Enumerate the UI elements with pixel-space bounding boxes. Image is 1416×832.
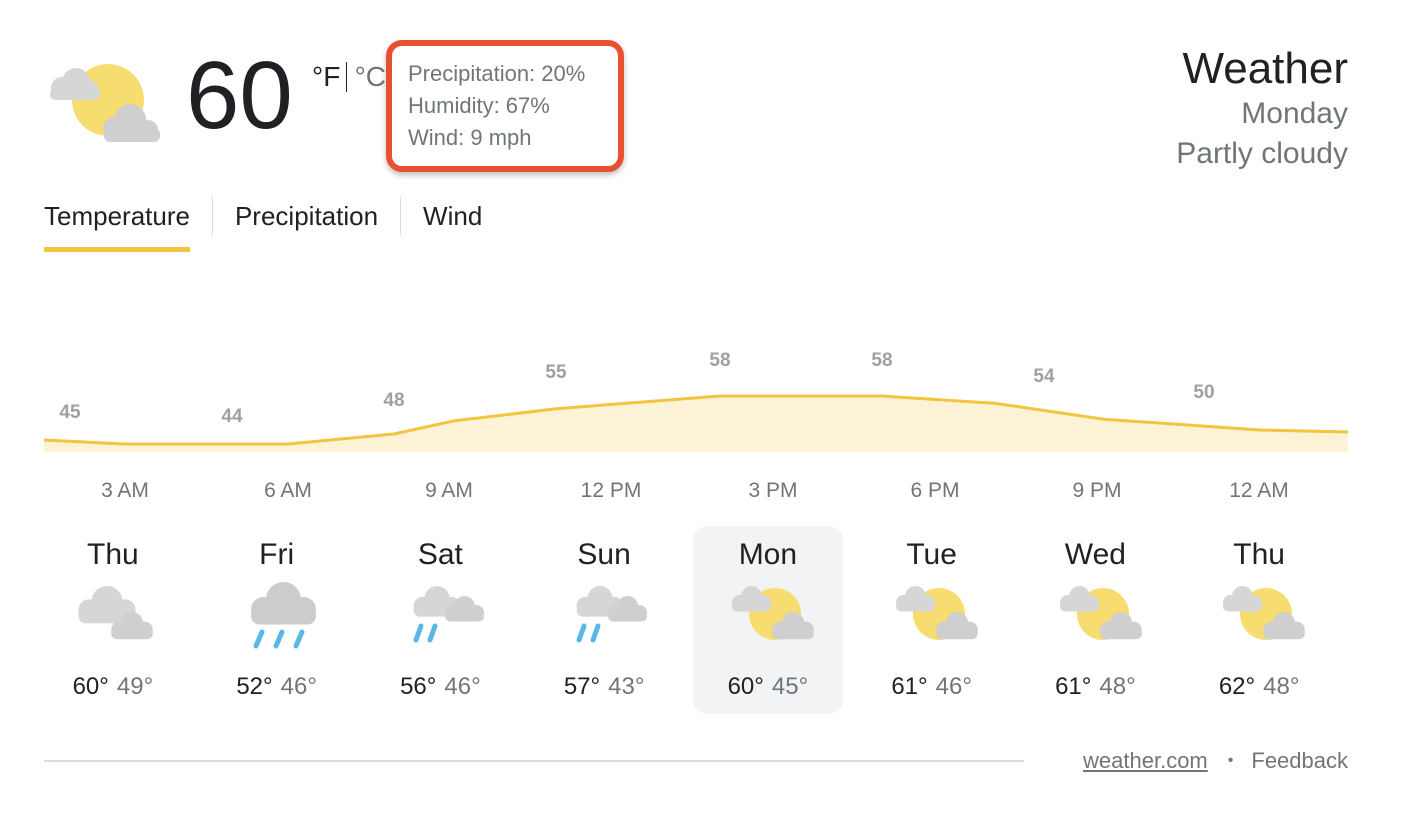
weather-condition: Partly cloudy xyxy=(1176,137,1348,170)
low-temp: 48° xyxy=(1099,673,1136,700)
cloudy-icon xyxy=(70,582,160,654)
day-name: Mon xyxy=(738,538,798,571)
temperature-chart: 45 44 48 55 58 58 54 50 xyxy=(43,340,1349,460)
humidity-detail: Humidity: 67% xyxy=(408,93,550,118)
tab-divider xyxy=(400,197,402,235)
high-temp: 57° xyxy=(563,673,601,700)
day-card-sat[interactable]: Sat 56° 46° xyxy=(366,526,516,714)
hour-label: 12 PM xyxy=(580,479,642,502)
day-name: Fri xyxy=(259,538,295,571)
day-temperatures: 60° 49° xyxy=(38,672,188,702)
chart-data-label: 50 xyxy=(1193,382,1214,403)
day-card-thu[interactable]: Thu 62° 48° xyxy=(1184,526,1334,714)
footer: weather.com • Feedback xyxy=(1083,746,1348,776)
wind-detail: Wind: 9 mph xyxy=(408,125,532,150)
chart-data-label: 48 xyxy=(383,390,404,411)
low-temp: 48° xyxy=(1263,673,1300,700)
day-name: Wed xyxy=(1064,538,1126,571)
day-name: Thu xyxy=(87,538,139,571)
current-details: Precipitation: 20% Humidity: 67% Wind: 9… xyxy=(408,58,585,154)
high-temp: 61° xyxy=(1055,673,1092,700)
precipitation-detail: Precipitation: 20% xyxy=(408,61,586,86)
high-temp: 60° xyxy=(72,673,109,700)
day-temperatures: 56° 46° xyxy=(366,672,516,702)
day-name: Sat xyxy=(417,538,463,571)
low-temp: 43° xyxy=(608,673,645,700)
hour-label: 6 PM xyxy=(910,479,960,502)
tab-divider xyxy=(211,197,213,235)
footer-separator: • xyxy=(1227,752,1234,769)
high-temp: 56° xyxy=(400,673,437,700)
daily-forecast: Thu 60° 49° Fri 52° 46° Sat 56° 46° Sun xyxy=(38,526,1348,716)
day-temperatures: 62° 48° xyxy=(1184,672,1334,702)
tab-wind[interactable]: Wind xyxy=(423,196,482,236)
day-name: Tue xyxy=(906,538,957,571)
hour-label: 9 AM xyxy=(425,479,473,502)
weather-day: Monday xyxy=(1241,97,1348,130)
day-card-sun[interactable]: Sun 57° 43° xyxy=(529,526,679,714)
chart-tabs: Temperature Precipitation Wind xyxy=(44,196,482,252)
hour-labels: 3 AM 6 AM 9 AM 12 PM 3 PM 6 PM 9 PM 12 AM xyxy=(44,476,1348,506)
tab-precipitation[interactable]: Precipitation xyxy=(235,196,378,236)
low-temp: 45° xyxy=(771,673,809,700)
chart-data-label: 55 xyxy=(545,362,567,383)
day-card-wed[interactable]: Wed 61° 48° xyxy=(1021,526,1171,714)
weather-title: Weather xyxy=(1182,44,1349,93)
showers-icon xyxy=(398,582,488,654)
rain-icon xyxy=(234,582,324,654)
hour-label: 6 AM xyxy=(264,479,312,502)
day-name: Sun xyxy=(577,538,631,571)
day-card-tue[interactable]: Tue 61° 46° xyxy=(857,526,1007,714)
high-temp: 60° xyxy=(727,673,764,700)
high-temp: 52° xyxy=(236,673,273,700)
partly-cloudy-icon xyxy=(889,582,979,654)
day-temperatures: 57° 43° xyxy=(529,672,679,702)
source-link[interactable]: weather.com xyxy=(1083,746,1208,776)
day-card-mon[interactable]: Mon 60° 45° xyxy=(693,526,843,714)
chart-data-label: 45 xyxy=(59,402,81,423)
chart-data-label: 58 xyxy=(709,350,730,371)
hour-label: 3 AM xyxy=(101,479,149,502)
current-weather-icon xyxy=(44,58,164,148)
day-temperatures: 61° 48° xyxy=(1021,672,1171,702)
celsius-button[interactable]: °C xyxy=(355,60,386,94)
chart-data-label: 54 xyxy=(1033,366,1055,387)
showers-icon xyxy=(561,582,651,654)
hour-label: 9 PM xyxy=(1072,479,1122,502)
current-temperature: 60 xyxy=(186,42,293,149)
footer-divider xyxy=(44,760,1024,762)
high-temp: 62° xyxy=(1218,673,1256,700)
tab-temperature[interactable]: Temperature xyxy=(44,196,190,252)
low-temp: 46° xyxy=(444,673,481,700)
low-temp: 46° xyxy=(935,673,972,700)
day-card-fri[interactable]: Fri 52° 46° xyxy=(202,526,352,714)
low-temp: 49° xyxy=(116,673,154,700)
low-temp: 46° xyxy=(280,673,317,700)
chart-data-label: 58 xyxy=(871,350,892,371)
day-temperatures: 61° 46° xyxy=(857,672,1007,702)
day-temperatures: 52° 46° xyxy=(202,672,352,702)
chart-data-label: 44 xyxy=(221,406,243,427)
temperature-chart-svg: 45 44 48 55 58 58 54 50 xyxy=(43,350,1349,452)
day-temperatures: 60° 45° xyxy=(693,672,843,702)
hour-label: 3 PM xyxy=(748,479,798,502)
partly-cloudy-icon xyxy=(725,582,815,654)
partly-cloudy-icon xyxy=(1216,582,1306,654)
day-card-thu[interactable]: Thu 60° 49° xyxy=(38,526,188,714)
unit-toggle: °F °C xyxy=(312,60,386,100)
fahrenheit-button[interactable]: °F xyxy=(312,60,340,94)
feedback-link[interactable]: Feedback xyxy=(1251,746,1348,776)
day-name: Thu xyxy=(1233,538,1285,571)
hour-label: 12 AM xyxy=(1229,479,1289,502)
high-temp: 61° xyxy=(891,673,928,700)
partly-cloudy-icon xyxy=(1053,582,1143,654)
